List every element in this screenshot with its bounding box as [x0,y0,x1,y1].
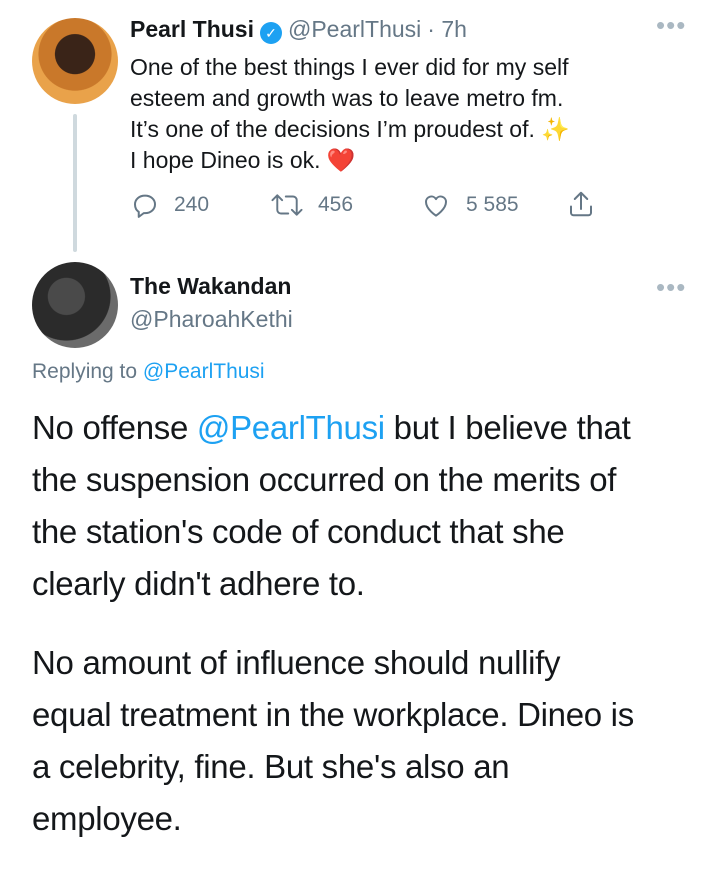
replying-to-label: Replying to [32,360,138,383]
reply-line: No amount of influence should nullify [32,644,561,681]
like-button[interactable]: 5 585 [420,190,519,220]
mention-link[interactable]: @PearlThusi [197,409,385,446]
replying-to-link[interactable]: @PearlThusi [143,360,265,383]
tweet-line: I hope Dineo is ok. ❤️ [130,147,356,173]
reply-line: the suspension occurred on the merits of [32,461,617,498]
tweet-header: Pearl Thusi ✓ @PearlThusi · 7h [130,16,467,44]
reply-text: but I believe that [384,409,631,446]
replying-to: Replying to @PearlThusi [32,360,265,384]
author-name[interactable]: Pearl Thusi [130,16,254,42]
tweet-line: It’s one of the decisions I’m proudest o… [130,116,570,142]
author-handle[interactable]: @PearlThusi [288,16,421,42]
reply-count: 240 [174,193,210,216]
reply-line: a celebrity, fine. But she's also an [32,748,510,785]
reply-text: No offense [32,409,197,446]
share-icon [570,191,592,217]
reply-line: clearly didn't adhere to. [32,565,365,602]
like-icon [424,195,448,217]
tweet-line: esteem and growth was to leave metro fm. [130,85,564,111]
avatar[interactable] [32,262,118,348]
reply-line: equal treatment in the workplace. Dineo … [32,696,634,733]
avatar[interactable] [32,18,118,104]
retweet-button[interactable]: 456 [270,190,353,220]
thread-connector-line [73,114,77,252]
retweet-count: 456 [318,193,354,216]
reply-line: employee. [32,800,182,837]
verified-badge-icon: ✓ [259,21,282,44]
tweet-line: One of the best things I ever did for my… [130,54,569,80]
tweet-text: One of the best things I ever did for my… [130,52,690,176]
reply-text-paragraph-2: No amount of influence should nullify eq… [32,637,712,845]
reply-line: the station's code of conduct that she [32,513,565,550]
reply-line: No offense @PearlThusi but I believe tha… [32,402,712,454]
like-count: 5 585 [466,193,519,216]
more-options-icon[interactable]: ••• [656,10,686,41]
retweet-icon [271,194,303,216]
more-options-icon[interactable]: ••• [656,272,686,303]
reply-text-paragraph-1: No offense @PearlThusi but I believe tha… [32,402,712,610]
author-name[interactable]: The Wakandan [130,273,291,300]
tweet-time[interactable]: · 7h [427,16,467,42]
share-button[interactable] [566,188,610,220]
reply-button[interactable]: 240 [130,190,209,220]
author-handle[interactable]: @PharoahKethi [130,306,293,333]
reply-icon [134,194,156,218]
